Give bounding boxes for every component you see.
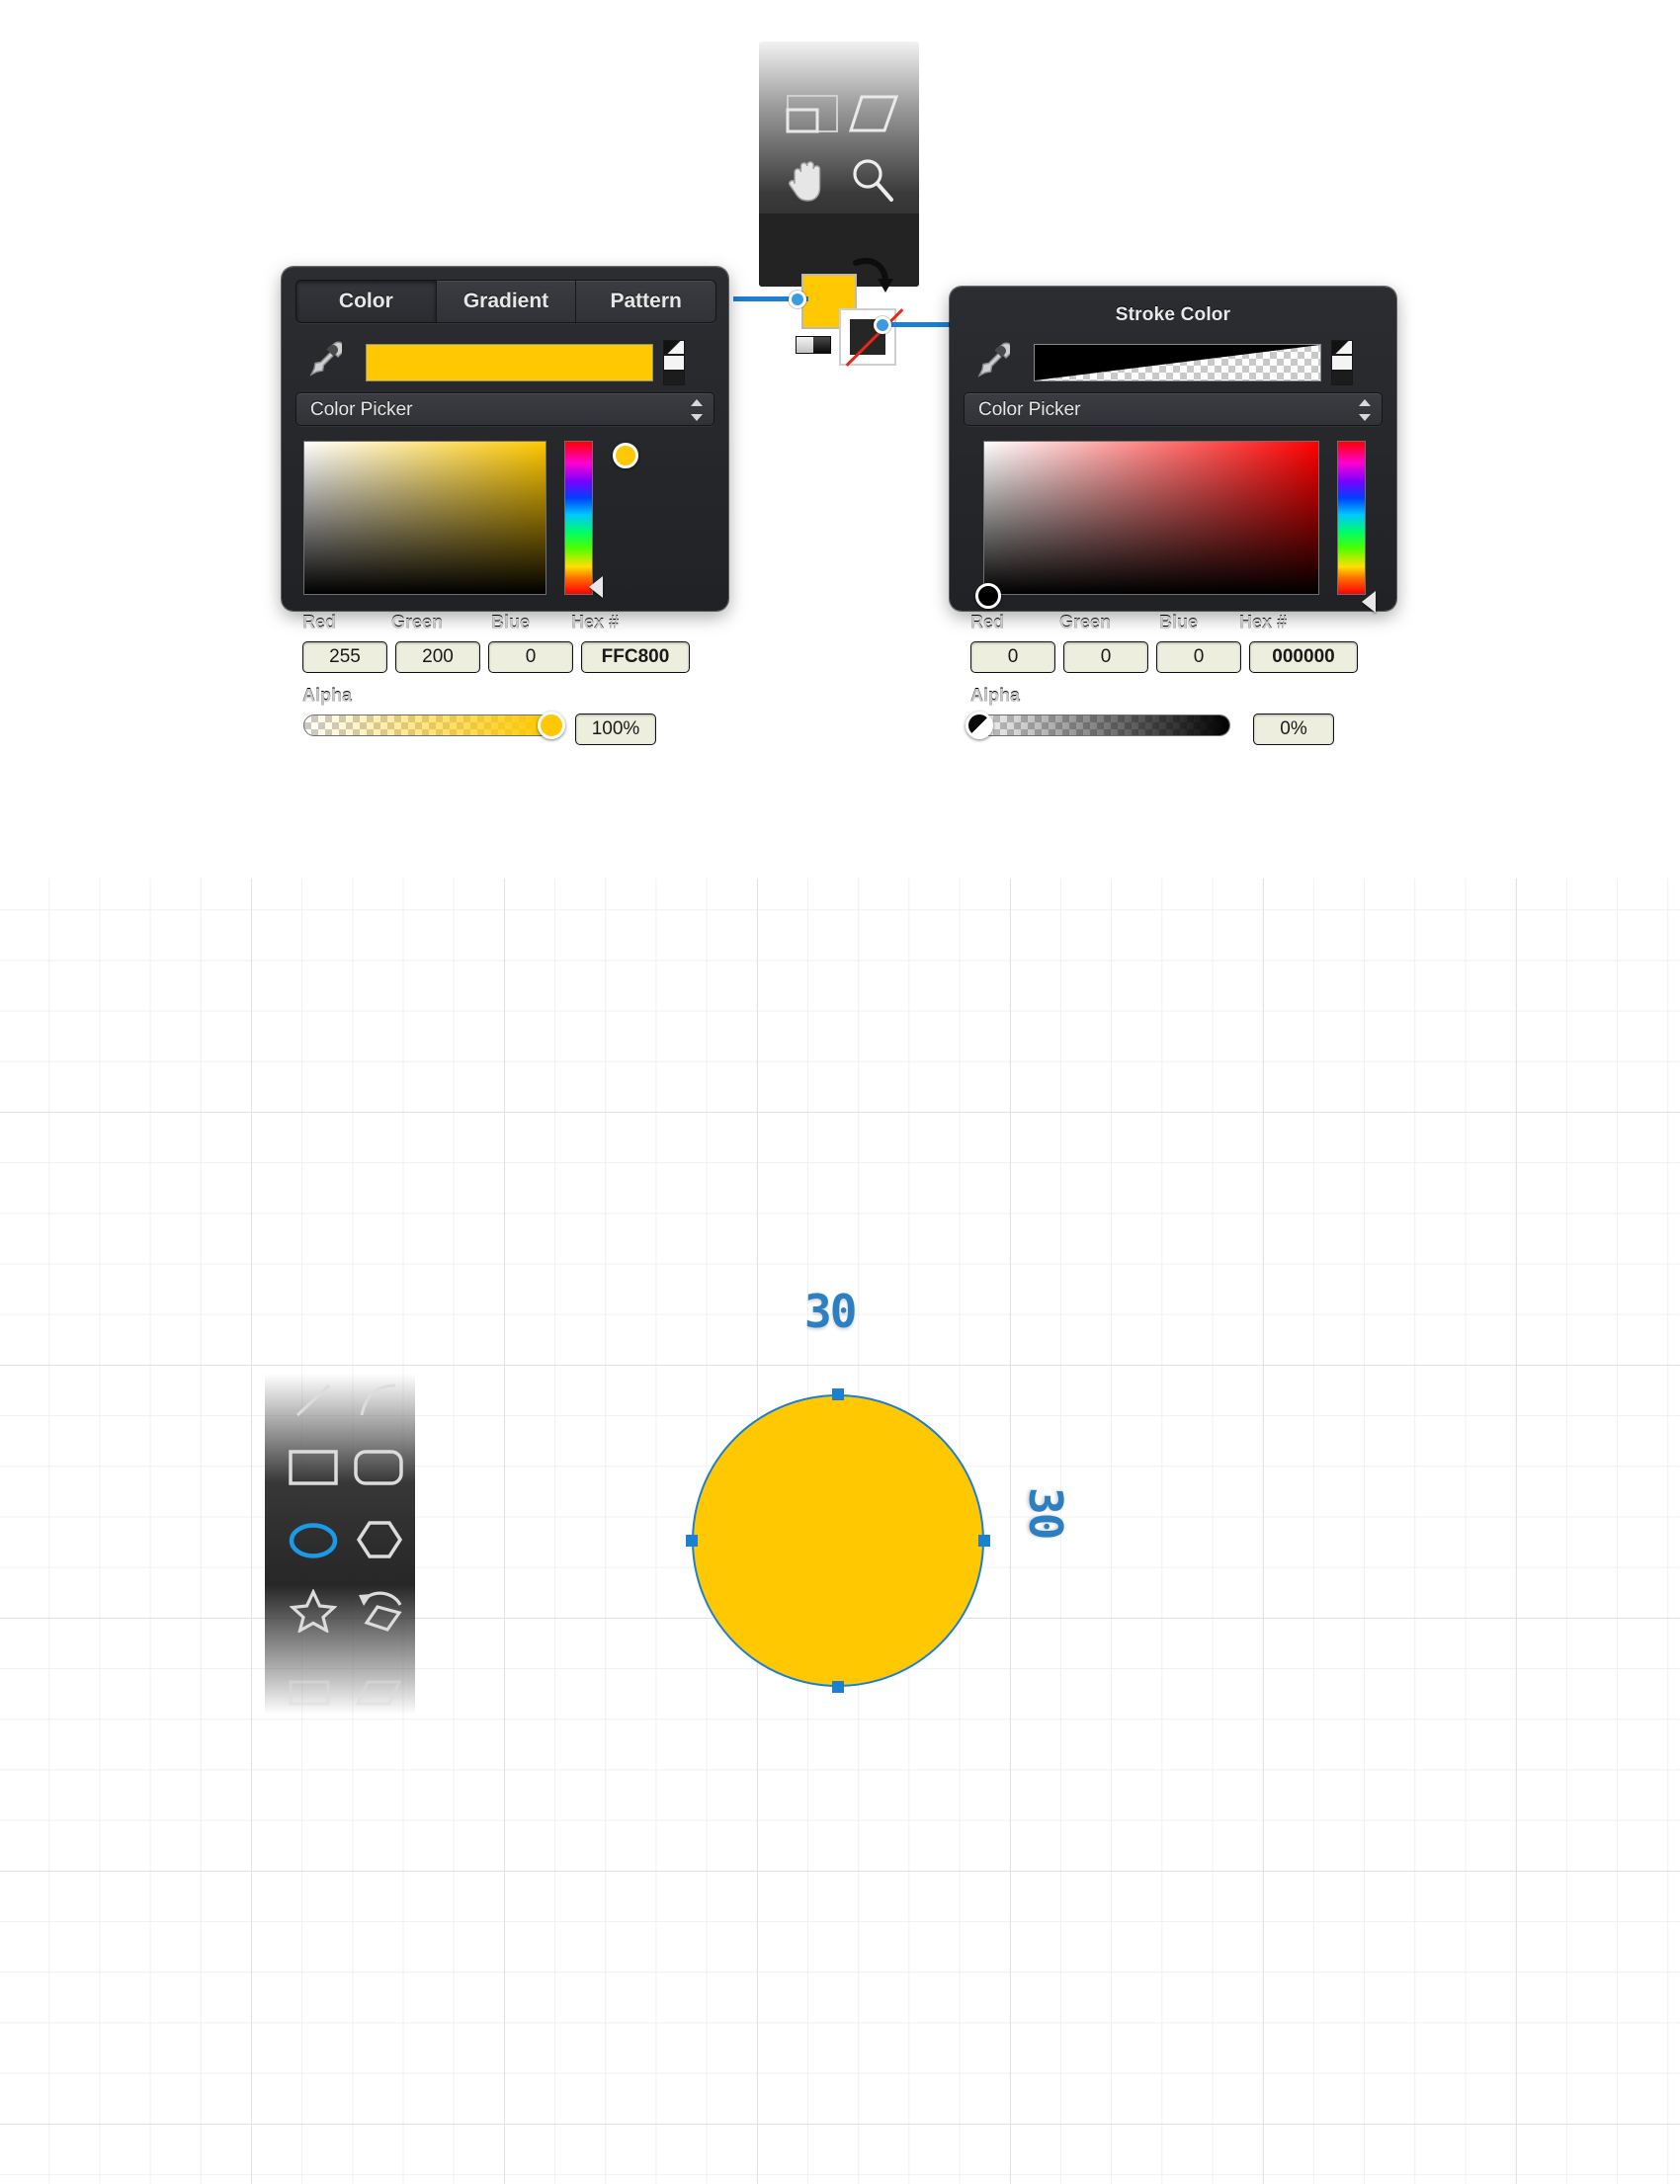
parallelogram-tool[interactable]	[355, 1680, 402, 1706]
fill-tabs[interactable]: Color Gradient Pattern	[295, 280, 716, 323]
stroke-swatch[interactable]	[839, 308, 904, 367]
stroke-sv-gradient	[984, 442, 1318, 594]
fill-mode-select[interactable]: Color Picker	[295, 392, 714, 426]
fill-alpha-input[interactable]: 100%	[575, 714, 656, 745]
drawn-circle-shape[interactable]	[692, 1394, 984, 1687]
fill-sv-gradient	[304, 442, 546, 594]
stroke-green-label: Green	[1059, 613, 1112, 632]
eyedropper-icon[interactable]	[308, 341, 345, 377]
stroke-red-label: Red	[970, 613, 1005, 632]
stroke-color-panel: Stroke Color Color Picker Red Green Blue…	[950, 287, 1396, 745]
stroke-hue-marker[interactable]	[1362, 591, 1376, 613]
selection-handle-bottom[interactable]	[832, 1681, 844, 1693]
canvas-top-edge	[0, 865, 1680, 879]
fill-alpha-knob[interactable]	[538, 712, 565, 739]
stroke-mode-select-value: Color Picker	[978, 399, 1081, 420]
chevron-updown-icon	[1359, 399, 1371, 421]
stroke-alpha-track[interactable]	[971, 714, 1230, 736]
fill-alpha-track[interactable]	[303, 714, 552, 736]
dimension-label-width: 30	[804, 1285, 857, 1338]
fill-hue-strip[interactable]	[564, 441, 593, 595]
stroke-alpha-label: Alpha	[970, 686, 1021, 706]
stroke-alpha-input[interactable]: 0%	[1253, 714, 1334, 745]
shear-icon[interactable]	[848, 94, 899, 133]
fill-hex-input[interactable]: FFC800	[581, 641, 690, 673]
fill-hex-label: Hex #	[571, 613, 620, 632]
fill-bw-swatch-stack[interactable]	[663, 340, 685, 385]
arc-tool[interactable]	[359, 1382, 398, 1419]
zoom-icon[interactable]	[850, 156, 895, 204]
stroke-color-preview[interactable]	[1034, 344, 1321, 381]
fill-sv-handle[interactable]	[613, 443, 638, 468]
stroke-blue-label: Blue	[1159, 613, 1199, 632]
selection-handle-right[interactable]	[978, 1535, 990, 1547]
stroke-green-input[interactable]: 0	[1063, 641, 1148, 673]
rounded-rectangle-tool[interactable]	[354, 1450, 403, 1485]
rotate-tool[interactable]	[356, 1587, 405, 1633]
star-tool[interactable]	[289, 1588, 338, 1635]
selection-handle-left[interactable]	[686, 1535, 698, 1547]
fill-red-input[interactable]: 255	[302, 641, 387, 673]
line-tool[interactable]	[294, 1382, 333, 1419]
fill-blue-label: Blue	[491, 613, 531, 632]
stroke-bw-swatch-stack[interactable]	[1331, 340, 1353, 385]
fill-alpha-label: Alpha	[302, 686, 353, 706]
stroke-hex-input[interactable]: 000000	[1249, 641, 1358, 673]
fill-connector-dot	[789, 291, 806, 308]
fill-hue-marker[interactable]	[589, 576, 603, 598]
fill-green-label: Green	[391, 613, 444, 632]
stroke-hex-label: Hex #	[1239, 613, 1288, 632]
square-tool[interactable]	[289, 1680, 334, 1706]
swap-arrow-icon[interactable]	[852, 255, 895, 296]
polygon-tool[interactable]	[356, 1520, 403, 1559]
fill-color-preview[interactable]	[366, 344, 653, 381]
fill-green-input[interactable]: 200	[395, 641, 480, 673]
chevron-updown-icon	[691, 399, 703, 421]
rectangle-tool[interactable]	[289, 1450, 338, 1485]
stroke-alpha-knob[interactable]	[966, 712, 993, 739]
tab-pattern[interactable]: Pattern	[576, 281, 715, 322]
stroke-red-input[interactable]: 0	[970, 641, 1055, 673]
fill-color-panel: Color Gradient Pattern Color Picker Red …	[282, 267, 728, 745]
selection-handle-top[interactable]	[832, 1388, 844, 1400]
stroke-sv-field[interactable]	[983, 441, 1319, 595]
stroke-connector-dot	[874, 316, 891, 334]
dimension-label-height: 30	[1019, 1487, 1072, 1539]
crop-icon[interactable]	[786, 94, 839, 133]
fill-red-label: Red	[302, 613, 337, 632]
hand-icon[interactable]	[786, 158, 833, 204]
tab-gradient[interactable]: Gradient	[436, 281, 577, 322]
stroke-panel-title: Stroke Color	[1115, 304, 1231, 325]
black-white-swatch[interactable]	[796, 336, 831, 354]
stroke-mode-select[interactable]: Color Picker	[964, 392, 1383, 426]
ellipse-tool[interactable]	[289, 1522, 338, 1559]
fill-mode-select-value: Color Picker	[310, 399, 413, 420]
fill-sv-field[interactable]	[303, 441, 546, 595]
stroke-sv-handle[interactable]	[975, 583, 1001, 609]
eyedropper-icon[interactable]	[976, 342, 1013, 378]
tab-color[interactable]: Color	[296, 281, 437, 322]
stroke-blue-input[interactable]: 0	[1156, 641, 1241, 673]
stroke-hue-strip[interactable]	[1337, 441, 1366, 595]
fill-blue-input[interactable]: 0	[488, 641, 573, 673]
